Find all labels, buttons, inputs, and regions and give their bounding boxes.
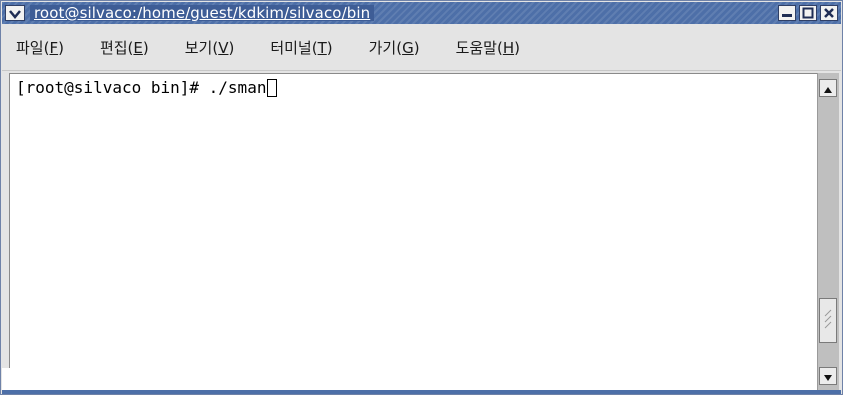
- minimize-icon: [781, 4, 793, 23]
- menu-file[interactable]: 파일(F): [8, 37, 72, 58]
- minimize-button[interactable]: [778, 5, 796, 21]
- arrow-down-icon: [823, 367, 833, 386]
- prompt-text: [root@silvaco bin]# ./sman: [16, 78, 267, 97]
- terminal-output[interactable]: [root@silvaco bin]# ./sman: [9, 73, 817, 368]
- menu-help[interactable]: 도움말(H): [448, 37, 528, 58]
- text-cursor: [267, 78, 278, 97]
- window-menu-button[interactable]: [5, 5, 25, 21]
- menu-terminal[interactable]: 터미널(T): [262, 37, 340, 58]
- menu-go[interactable]: 가기(G): [361, 37, 428, 58]
- scroll-thumb[interactable]: [819, 298, 837, 343]
- close-icon: [823, 4, 835, 23]
- terminal-window: root@silvaco:/home/guest/kdkim/silvaco/b…: [0, 0, 843, 395]
- prompt-line: [root@silvaco bin]# ./sman: [16, 78, 278, 97]
- title-bar[interactable]: root@silvaco:/home/guest/kdkim/silvaco/b…: [2, 2, 841, 24]
- arrow-up-icon: [823, 79, 833, 98]
- maximize-icon: [802, 4, 814, 23]
- maximize-button[interactable]: [799, 5, 817, 21]
- menu-view[interactable]: 보기(V): [177, 37, 243, 58]
- menu-bar: 파일(F) 편집(E) 보기(V) 터미널(T) 가기(G) 도움말(H): [2, 24, 841, 71]
- vertical-scrollbar[interactable]: [817, 73, 839, 391]
- window-title: root@silvaco:/home/guest/kdkim/silvaco/b…: [30, 5, 375, 21]
- window-frame-bottom: [2, 390, 841, 394]
- scroll-down-button[interactable]: [819, 367, 837, 385]
- window-frame-left: [2, 73, 9, 390]
- close-button[interactable]: [820, 5, 838, 21]
- grip-icon: [823, 304, 833, 338]
- chevron-down-icon: [9, 4, 21, 23]
- menu-edit[interactable]: 편집(E): [92, 37, 157, 58]
- scroll-up-button[interactable]: [819, 79, 837, 97]
